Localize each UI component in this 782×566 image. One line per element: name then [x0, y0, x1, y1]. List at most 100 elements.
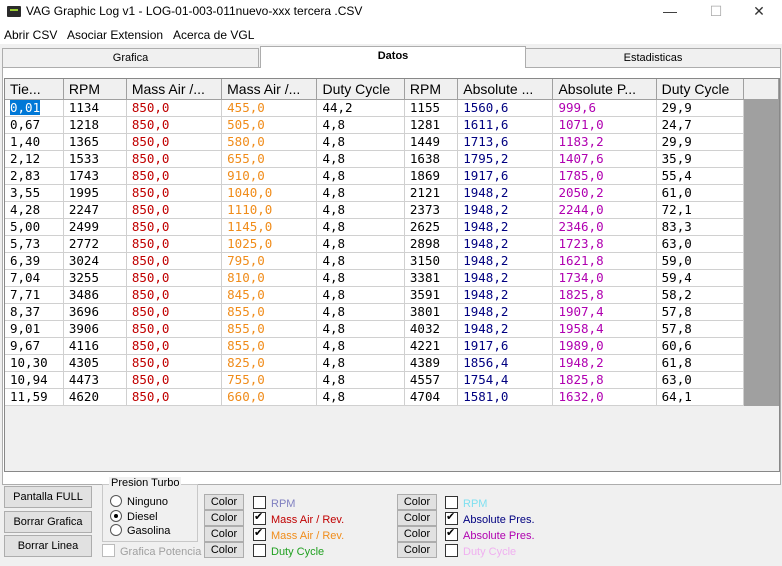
table-cell[interactable]: 505,0 — [221, 116, 318, 134]
table-cell[interactable]: 1785,0 — [552, 167, 657, 185]
table-cell[interactable]: 4,8 — [316, 337, 405, 355]
table-row[interactable]: 0,67 1218 850,0 505,0 4,8 1281 1611,6 1071,0 24,… — [5, 116, 779, 134]
table-cell[interactable]: 2,83 — [5, 167, 64, 185]
table-cell[interactable]: 2625 — [404, 218, 459, 236]
table-cell[interactable]: 1754,4 — [457, 371, 554, 389]
table-cell[interactable]: 4,8 — [316, 133, 405, 151]
table-cell[interactable]: 29,9 — [656, 99, 745, 117]
table-cell[interactable]: 850,0 — [126, 269, 223, 287]
table-cell[interactable]: 1110,0 — [221, 201, 318, 219]
table-cell[interactable]: 5,73 — [5, 235, 64, 253]
clear-graph-button[interactable]: Borrar Grafica — [4, 511, 92, 533]
table-cell[interactable]: 660,0 — [221, 388, 318, 406]
table-cell[interactable]: 4704 — [404, 388, 459, 406]
table-cell[interactable]: 850,0 — [126, 150, 223, 168]
table-cell[interactable]: 4,8 — [316, 286, 405, 304]
table-cell[interactable]: 850,0 — [126, 99, 223, 117]
table-cell[interactable]: 1948,2 — [457, 269, 554, 287]
table-cell[interactable]: 580,0 — [221, 133, 318, 151]
table-cell[interactable]: 855,0 — [221, 337, 318, 355]
table-cell[interactable]: 6,39 — [5, 252, 64, 270]
table-cell[interactable]: 1183,2 — [552, 133, 657, 151]
table-cell[interactable]: 35,9 — [656, 150, 745, 168]
table-cell[interactable]: 850,0 — [126, 286, 223, 304]
table-cell[interactable]: 1734,0 — [552, 269, 657, 287]
table-cell[interactable]: 2898 — [404, 235, 459, 253]
table-cell[interactable]: 850,0 — [126, 371, 223, 389]
table-cell[interactable]: 2244,0 — [552, 201, 657, 219]
menu-asociar-extension[interactable]: Asociar Extension — [67, 28, 163, 42]
table-cell[interactable]: 4,8 — [316, 116, 405, 134]
table-cell[interactable]: 4,8 — [316, 371, 405, 389]
column-header[interactable]: Duty Cycle — [316, 79, 405, 100]
table-cell[interactable]: 1856,4 — [457, 354, 554, 372]
table-cell[interactable]: 850,0 — [126, 218, 223, 236]
table-cell[interactable]: 4473 — [63, 371, 127, 389]
table-cell[interactable]: 1365 — [63, 133, 127, 151]
color-button-left-3[interactable]: Color — [204, 526, 244, 542]
table-row[interactable]: 7,04 3255 850,0 810,0 4,8 3381 1948,2 1734,0 59,… — [5, 269, 779, 287]
table-cell[interactable]: 1948,2 — [457, 235, 554, 253]
series-right-absolute-pres-2[interactable]: Absolute Pres. — [445, 526, 535, 542]
table-cell[interactable]: 1621,8 — [552, 252, 657, 270]
series-left-mass-air-2[interactable]: Mass Air / Rev. — [253, 526, 344, 542]
column-header[interactable]: Absolute P... — [552, 79, 657, 100]
table-cell[interactable]: 29,9 — [656, 133, 745, 151]
table-cell[interactable]: 855,0 — [221, 303, 318, 321]
table-cell[interactable]: 1948,2 — [457, 286, 554, 304]
table-cell[interactable]: 1948,2 — [457, 201, 554, 219]
column-header[interactable]: Tie... — [5, 79, 64, 100]
table-cell[interactable]: 1795,2 — [457, 150, 554, 168]
table-cell[interactable]: 1743 — [63, 167, 127, 185]
table-cell[interactable]: 72,1 — [656, 201, 745, 219]
maximize-icon[interactable]: ☐ — [693, 0, 739, 24]
table-cell[interactable]: 999,6 — [552, 99, 657, 117]
table-cell[interactable]: 8,37 — [5, 303, 64, 321]
radio-ninguno-dot[interactable] — [110, 495, 122, 507]
table-row[interactable]: 2,83 1743 850,0 910,0 4,8 1869 1917,6 1785,0 55,… — [5, 167, 779, 185]
table-cell[interactable]: 3591 — [404, 286, 459, 304]
table-cell[interactable]: 2346,0 — [552, 218, 657, 236]
table-cell[interactable]: 57,8 — [656, 303, 745, 321]
table-cell[interactable]: 0,67 — [5, 116, 64, 134]
table-cell[interactable]: 7,71 — [5, 286, 64, 304]
table-cell[interactable]: 10,94 — [5, 371, 64, 389]
table-cell[interactable]: 1407,6 — [552, 150, 657, 168]
table-cell[interactable]: 850,0 — [126, 388, 223, 406]
table-cell[interactable]: 3255 — [63, 269, 127, 287]
color-button-left-2[interactable]: Color — [204, 510, 244, 526]
table-cell[interactable]: 59,0 — [656, 252, 745, 270]
series-right-duty-cycle-box[interactable] — [445, 544, 458, 557]
table-cell[interactable]: 850,0 — [126, 184, 223, 202]
table-cell[interactable]: 850,0 — [126, 337, 223, 355]
table-cell[interactable]: 63,0 — [656, 371, 745, 389]
table-row[interactable]: 10,30 4305 850,0 825,0 4,8 4389 1856,4 1948,2 61… — [5, 354, 779, 372]
table-cell[interactable]: 1560,6 — [457, 99, 554, 117]
table-cell[interactable]: 61,0 — [656, 184, 745, 202]
table-cell[interactable]: 1989,0 — [552, 337, 657, 355]
table-cell[interactable]: 1071,0 — [552, 116, 657, 134]
table-cell[interactable]: 455,0 — [221, 99, 318, 117]
series-right-duty-cycle[interactable]: Duty Cycle — [445, 544, 516, 558]
tab-grafica[interactable]: Grafica — [2, 48, 259, 67]
table-cell[interactable]: 1948,2 — [457, 184, 554, 202]
table-cell[interactable]: 1995 — [63, 184, 127, 202]
table-cell[interactable]: 61,8 — [656, 354, 745, 372]
table-cell[interactable]: 4,8 — [316, 184, 405, 202]
table-cell[interactable]: 1917,6 — [457, 337, 554, 355]
column-header[interactable]: RPM — [404, 79, 459, 100]
table-cell[interactable]: 9,01 — [5, 320, 64, 338]
close-icon[interactable]: ✕ — [736, 0, 782, 24]
table-row[interactable]: 5,73 2772 850,0 1025,0 4,8 2898 1948,2 1723,8 63… — [5, 235, 779, 253]
column-header[interactable]: Absolute ... — [457, 79, 554, 100]
table-cell[interactable]: 850,0 — [126, 116, 223, 134]
table-cell[interactable]: 825,0 — [221, 354, 318, 372]
table-cell[interactable]: 4,8 — [316, 218, 405, 236]
table-row[interactable]: 8,37 3696 850,0 855,0 4,8 3801 1948,2 1907,4 57,… — [5, 303, 779, 321]
table-cell[interactable]: 755,0 — [221, 371, 318, 389]
table-cell[interactable]: 1825,8 — [552, 371, 657, 389]
table-cell[interactable]: 4116 — [63, 337, 127, 355]
table-cell[interactable]: 4,28 — [5, 201, 64, 219]
table-cell[interactable]: 24,7 — [656, 116, 745, 134]
table-cell[interactable]: 10,30 — [5, 354, 64, 372]
